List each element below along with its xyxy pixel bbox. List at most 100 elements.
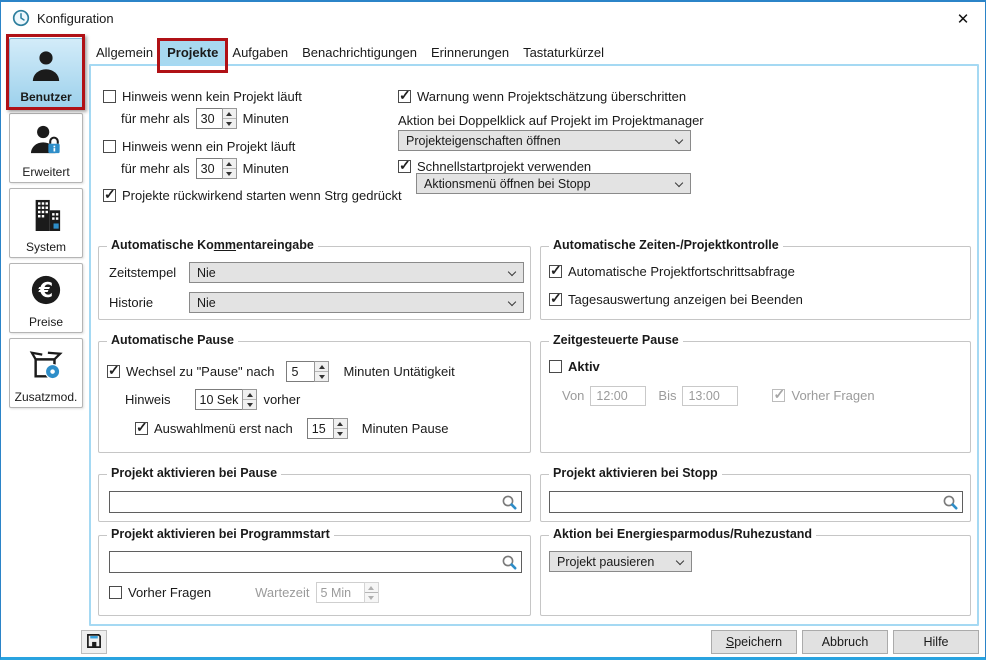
arrow-up-icon: [247, 393, 253, 397]
group-projekt-aktivieren-stopp: Projekt aktivieren bei Stopp: [540, 474, 971, 522]
checkbox-schnellstartprojekt[interactable]: [398, 160, 411, 173]
projekt-stopp-search-input[interactable]: [549, 491, 963, 513]
checkbox-label[interactable]: Warnung wenn Projektschätzung überschrit…: [417, 89, 686, 104]
spinner-value[interactable]: 30: [196, 158, 222, 179]
checkbox-label[interactable]: Aktiv: [568, 359, 600, 374]
arrow-up-icon: [368, 586, 374, 590]
checkbox-aktiv[interactable]: [549, 360, 562, 373]
checkbox-label[interactable]: Hinweis wenn kein Projekt läuft: [122, 89, 302, 104]
doppelklick-aktion-label: Aktion bei Doppelklick auf Projekt im Pr…: [398, 113, 704, 128]
group-zeitgesteuerte-pause: Zeitgesteuerte Pause Aktiv Von 12:00 Bis…: [540, 341, 971, 453]
spinner-up-button[interactable]: [243, 390, 256, 399]
energiesparmodus-dropdown[interactable]: Projekt pausieren: [549, 551, 692, 572]
group-title: Automatische Pause: [107, 333, 238, 347]
hint-seconds-spinner: 10 Sek: [195, 389, 258, 410]
projekt-programmstart-search-input[interactable]: [109, 551, 522, 573]
group-zeiten-projektkontrolle: Automatische Zeiten-/Projektkontrolle Au…: [540, 246, 971, 320]
checkbox-warnung-projektschaetzung[interactable]: [398, 90, 411, 103]
cancel-button[interactable]: Abbruch: [802, 630, 888, 654]
arrow-down-icon: [226, 122, 232, 126]
group-automatische-pause: Automatische Pause Wechsel zu "Pause" na…: [98, 341, 531, 453]
untaetigkeit-label: Minuten Untätigkeit: [343, 364, 454, 379]
historie-label: Historie: [109, 295, 153, 310]
checkbox-wechsel-zu-pause[interactable]: [107, 365, 120, 378]
help-button[interactable]: Hilfe: [893, 630, 979, 654]
sidebar-item-benutzer[interactable]: Benutzer: [9, 38, 83, 108]
checkbox-label[interactable]: Wechsel zu "Pause" nach: [126, 364, 274, 379]
save-tool-button[interactable]: [81, 630, 107, 654]
arrow-down-icon: [337, 432, 343, 436]
button-label: Speichern: [726, 635, 782, 649]
tab-allgemein[interactable]: Allgemein: [89, 40, 160, 64]
minuten-label: Minuten: [243, 161, 289, 176]
projekt-pause-search-input[interactable]: [109, 491, 522, 513]
tab-label: Aufgaben: [232, 45, 288, 60]
checkbox-label[interactable]: Automatische Projektfortschrittsabfrage: [568, 264, 795, 279]
sidebar-item-system[interactable]: System: [9, 188, 83, 258]
checkbox-auswahlmenue[interactable]: [135, 422, 148, 435]
tab-label: Benachrichtigungen: [302, 45, 417, 60]
magnifier-icon[interactable]: [942, 494, 959, 514]
magnifier-icon[interactable]: [501, 554, 518, 574]
spinner-up-button[interactable]: [315, 362, 328, 371]
checkbox-label[interactable]: Auswahlmenü erst nach: [154, 421, 293, 436]
checkbox-projektfortschrittsabfrage[interactable]: [549, 265, 562, 278]
save-button[interactable]: Speichern: [711, 630, 797, 654]
group-projekt-aktivieren-programmstart: Projekt aktivieren bei Programmstart Vor…: [98, 535, 531, 616]
fuer-mehr-als-label: für mehr als: [121, 111, 190, 126]
spinner-up-button[interactable]: [223, 159, 236, 168]
tab-projekte[interactable]: Projekte: [160, 40, 225, 64]
chevron-down-icon: [676, 557, 684, 565]
magnifier-icon[interactable]: [501, 494, 518, 514]
spinner-value[interactable]: 5: [286, 361, 314, 382]
spinner-down-button[interactable]: [334, 428, 347, 438]
spinner-up-button[interactable]: [334, 419, 347, 428]
sidebar-item-erweitert[interactable]: Erweitert: [9, 113, 83, 183]
chevron-down-icon: [675, 179, 683, 187]
close-button[interactable]: ✕: [951, 8, 975, 30]
checkbox-tagesauswertung[interactable]: [549, 293, 562, 306]
addon-box-icon: [29, 345, 63, 384]
sidebar-item-zusatzmodule[interactable]: Zusatzmod.: [9, 338, 83, 408]
checkbox-label[interactable]: Projekte rückwirkend starten wenn Strg g…: [122, 188, 402, 203]
user-icon: [29, 45, 63, 84]
historie-dropdown[interactable]: Nie: [189, 292, 524, 313]
doppelklick-aktion-dropdown[interactable]: Projekteigenschaften öffnen: [398, 130, 691, 151]
checkbox-label: Vorher Fragen: [791, 388, 874, 403]
spinner-down-button[interactable]: [243, 399, 256, 409]
tab-tastaturkuerzel[interactable]: Tastaturkürzel: [516, 40, 611, 64]
sidebar-item-label: Preise: [29, 315, 63, 329]
floppy-disk-icon: [86, 633, 102, 652]
checkbox-label[interactable]: Schnellstartprojekt verwenden: [417, 159, 591, 174]
spinner-value[interactable]: 30: [196, 108, 222, 129]
checkbox-hinweis-kein-projekt[interactable]: [103, 90, 116, 103]
configuration-dialog: Konfiguration ✕ Benutzer: [0, 0, 986, 660]
user-lock-icon: [29, 120, 63, 159]
checkbox-hinweis-ein-projekt[interactable]: [103, 140, 116, 153]
arrow-down-icon: [226, 172, 232, 176]
minutes-spinner: 30: [196, 108, 237, 129]
checkbox-rueckwirkend-starten[interactable]: [103, 189, 116, 202]
arrow-down-icon: [319, 375, 325, 379]
spinner-up-button[interactable]: [223, 109, 236, 118]
zeitstempel-dropdown[interactable]: Nie: [189, 262, 524, 283]
tab-erinnerungen[interactable]: Erinnerungen: [424, 40, 516, 64]
group-title: Projekt aktivieren bei Programmstart: [107, 527, 334, 541]
schnellstart-aktion-dropdown[interactable]: Aktionsmenü öffnen bei Stopp: [416, 173, 691, 194]
spinner-down-button[interactable]: [223, 118, 236, 128]
spinner-value[interactable]: 15: [307, 418, 333, 439]
spinner-down-button[interactable]: [223, 168, 236, 178]
checkbox-vorher-fragen[interactable]: [109, 586, 122, 599]
tab-aufgaben[interactable]: Aufgaben: [225, 40, 295, 64]
fuer-mehr-als-label: für mehr als: [121, 161, 190, 176]
pause-minutes-spinner: 5: [286, 361, 329, 382]
spinner-value[interactable]: 10 Sek: [195, 389, 243, 410]
checkbox-label[interactable]: Hinweis wenn ein Projekt läuft: [122, 139, 295, 154]
tab-benachrichtigungen[interactable]: Benachrichtigungen: [295, 40, 424, 64]
arrow-down-icon: [247, 403, 253, 407]
checkbox-label[interactable]: Tagesauswertung anzeigen bei Beenden: [568, 292, 803, 307]
checkbox-label[interactable]: Vorher Fragen: [128, 585, 211, 600]
sidebar-item-preise[interactable]: € Preise: [9, 263, 83, 333]
spinner-down-button: [365, 592, 378, 602]
spinner-down-button[interactable]: [315, 371, 328, 381]
